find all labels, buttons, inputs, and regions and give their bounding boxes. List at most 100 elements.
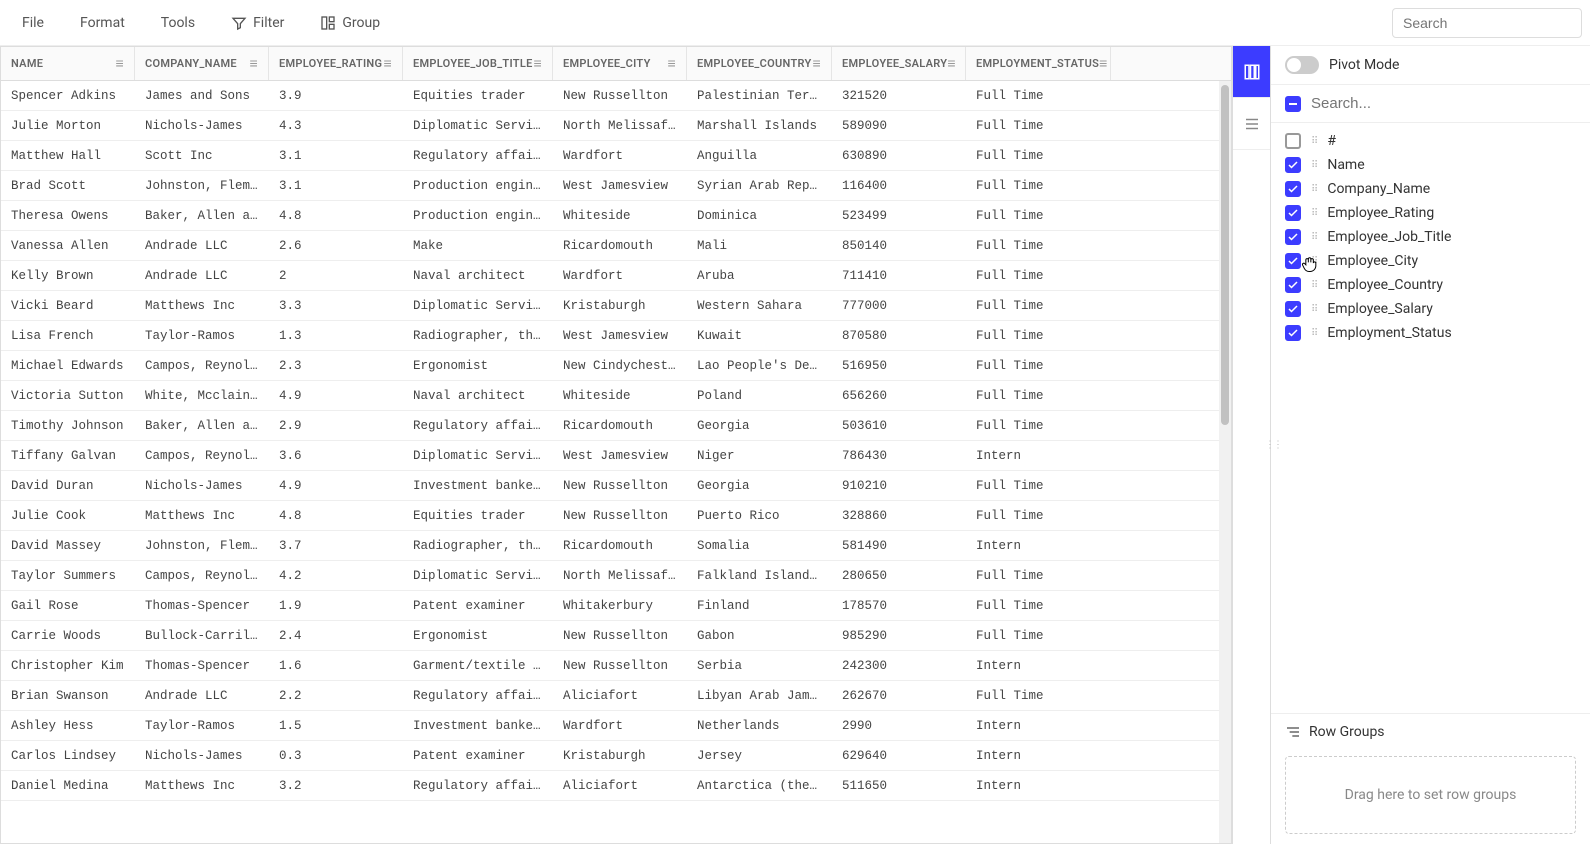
field-checkbox[interactable] <box>1285 277 1301 293</box>
table-cell: Full Time <box>966 179 1111 193</box>
drag-handle-icon[interactable]: ⠿ <box>1311 304 1317 315</box>
table-cell: New Russellton <box>553 659 687 673</box>
drag-handle-icon[interactable]: ⠿ <box>1311 232 1317 243</box>
table-cell: Diplomatic Services op <box>403 119 553 133</box>
global-search-input[interactable] <box>1392 8 1582 38</box>
table-cell: Campos, Reynolds an <box>135 449 269 463</box>
drag-handle-icon[interactable]: ⠿ <box>1311 208 1317 219</box>
table-cell: Kelly Brown <box>1 269 135 283</box>
field-item-employee_salary[interactable]: ⠿Employee_Salary <box>1271 297 1590 321</box>
table-cell: Niger <box>687 449 832 463</box>
table-row[interactable]: Spencer AdkinsJames and Sons3.9Equities … <box>1 81 1231 111</box>
table-cell: Ricardomouth <box>553 539 687 553</box>
table-cell: Palestinian Territory <box>687 89 832 103</box>
menu-format[interactable]: Format <box>66 9 139 37</box>
table-row[interactable]: Vicki BeardMatthews Inc3.3Diplomatic Ser… <box>1 291 1231 321</box>
field-checkbox[interactable] <box>1285 325 1301 341</box>
table-row[interactable]: Christopher KimThomas-Spencer1.6Garment/… <box>1 651 1231 681</box>
table-row[interactable]: Taylor SummersCampos, Reynolds an4.2Dipl… <box>1 561 1231 591</box>
table-cell: Equities trader <box>403 89 553 103</box>
column-search-input[interactable] <box>1311 95 1576 112</box>
drag-handle-icon[interactable]: ⠿ <box>1311 184 1317 195</box>
field-checkbox[interactable] <box>1285 229 1301 245</box>
column-menu-icon[interactable]: ≡ <box>1099 55 1107 72</box>
column-menu-icon[interactable]: ≡ <box>813 55 821 72</box>
table-cell: Full Time <box>966 239 1111 253</box>
column-header-employee_city[interactable]: EMPLOYEE_CITY≡ <box>553 47 687 80</box>
column-header-employee_rating[interactable]: EMPLOYEE_RATING≡ <box>269 47 403 80</box>
select-all-checkbox[interactable] <box>1285 96 1301 112</box>
field-item-employee_city[interactable]: ⠿Employee_City <box>1271 249 1590 273</box>
table-row[interactable]: Matthew HallScott Inc3.1Regulatory affai… <box>1 141 1231 171</box>
column-menu-icon[interactable]: ≡ <box>534 55 542 72</box>
drag-handle-icon[interactable]: ⠿ <box>1311 328 1317 339</box>
field-item-company_name[interactable]: ⠿Company_Name <box>1271 177 1590 201</box>
vertical-scrollbar[interactable] <box>1219 81 1231 843</box>
field-checkbox[interactable] <box>1285 181 1301 197</box>
table-row[interactable]: Julie MortonNichols-James4.3Diplomatic S… <box>1 111 1231 141</box>
table-row[interactable]: Vanessa AllenAndrade LLC2.6MakeRicardomo… <box>1 231 1231 261</box>
field-checkbox[interactable] <box>1285 205 1301 221</box>
filter-label: Filter <box>253 15 284 31</box>
table-row[interactable]: Daniel MedinaMatthews Inc3.2Regulatory a… <box>1 771 1231 801</box>
table-row[interactable]: Victoria SuttonWhite, Mcclain and4.9Nava… <box>1 381 1231 411</box>
table-row[interactable]: Carrie WoodsBullock-Carrillo2.4Ergonomis… <box>1 621 1231 651</box>
column-menu-icon[interactable]: ≡ <box>250 55 258 72</box>
drag-handle-icon[interactable]: ⠿ <box>1311 160 1317 171</box>
table-row[interactable]: Brad ScottJohnston, Fleming a3.1Producti… <box>1 171 1231 201</box>
column-header-name[interactable]: NAME≡ <box>1 47 135 80</box>
column-header-employee_salary[interactable]: EMPLOYEE_SALARY≡ <box>832 47 966 80</box>
panel-resize-grip[interactable]: ⋮⋮ <box>1265 440 1281 451</box>
field-item-employee_job_title[interactable]: ⠿Employee_Job_Title <box>1271 225 1590 249</box>
table-cell: 630890 <box>832 149 966 163</box>
field-item-#[interactable]: ⠿# <box>1271 129 1590 153</box>
table-cell: White, Mcclain and <box>135 389 269 403</box>
column-menu-icon[interactable]: ≡ <box>668 55 676 72</box>
pivot-mode-toggle[interactable] <box>1285 56 1319 74</box>
field-checkbox[interactable] <box>1285 301 1301 317</box>
group-button[interactable]: Group <box>306 9 394 37</box>
column-header-company_name[interactable]: COMPANY_NAME≡ <box>135 47 269 80</box>
scrollbar-thumb[interactable] <box>1221 85 1229 425</box>
drag-handle-icon[interactable]: ⠿ <box>1311 136 1317 147</box>
table-cell: 2.3 <box>269 359 403 373</box>
menu-file[interactable]: File <box>8 9 58 37</box>
table-row[interactable]: Tiffany GalvanCampos, Reynolds an3.6Dipl… <box>1 441 1231 471</box>
table-row[interactable]: Gail RoseThomas-Spencer1.9Patent examine… <box>1 591 1231 621</box>
field-checkbox[interactable] <box>1285 157 1301 173</box>
table-row[interactable]: David MasseyJohnston, Fleming a3.7Radiog… <box>1 531 1231 561</box>
table-row[interactable]: Ashley HessTaylor-Ramos1.5Investment ban… <box>1 711 1231 741</box>
table-row[interactable]: Michael EdwardsCampos, Reynolds an2.3Erg… <box>1 351 1231 381</box>
table-row[interactable]: Carlos LindseyNichols-James0.3Patent exa… <box>1 741 1231 771</box>
column-header-employee_job_title[interactable]: EMPLOYEE_JOB_TITLE≡ <box>403 47 553 80</box>
table-cell: Kristaburgh <box>553 749 687 763</box>
column-header-employment_status[interactable]: EMPLOYMENT_STATUS≡ <box>966 47 1111 80</box>
table-row[interactable]: David DuranNichols-James4.9Investment ba… <box>1 471 1231 501</box>
table-row[interactable]: Lisa FrenchTaylor-Ramos1.3Radiographer, … <box>1 321 1231 351</box>
sidebar-tab-columns[interactable] <box>1233 46 1271 98</box>
field-checkbox[interactable] <box>1285 133 1301 149</box>
table-cell: Georgia <box>687 419 832 433</box>
table-row[interactable]: Theresa OwensBaker, Allen and Ed4.8Produ… <box>1 201 1231 231</box>
row-groups-dropzone[interactable]: Drag here to set row groups <box>1285 756 1576 834</box>
field-item-name[interactable]: ⠿Name <box>1271 153 1590 177</box>
column-menu-icon[interactable]: ≡ <box>384 55 392 72</box>
field-checkbox[interactable] <box>1285 253 1301 269</box>
table-cell: Ergonomist <box>403 359 553 373</box>
sidebar-tab-filters[interactable] <box>1233 98 1271 150</box>
field-item-employee_rating[interactable]: ⠿Employee_Rating <box>1271 201 1590 225</box>
drag-handle-icon[interactable]: ⠿ <box>1311 256 1317 267</box>
menu-tools[interactable]: Tools <box>147 9 209 37</box>
column-header-employee_country[interactable]: EMPLOYEE_COUNTRY≡ <box>687 47 832 80</box>
table-row[interactable]: Brian SwansonAndrade LLC2.2Regulatory af… <box>1 681 1231 711</box>
field-item-employment_status[interactable]: ⠿Employment_Status <box>1271 321 1590 345</box>
table-cell: Wardfort <box>553 149 687 163</box>
column-menu-icon[interactable]: ≡ <box>116 55 124 72</box>
table-row[interactable]: Julie CookMatthews Inc4.8Equities trader… <box>1 501 1231 531</box>
table-row[interactable]: Timothy JohnsonBaker, Allen and Ed2.9Reg… <box>1 411 1231 441</box>
table-row[interactable]: Kelly BrownAndrade LLC2Naval architectWa… <box>1 261 1231 291</box>
column-menu-icon[interactable]: ≡ <box>947 55 955 72</box>
drag-handle-icon[interactable]: ⠿ <box>1311 280 1317 291</box>
field-item-employee_country[interactable]: ⠿Employee_Country <box>1271 273 1590 297</box>
filter-button[interactable]: Filter <box>217 9 298 37</box>
